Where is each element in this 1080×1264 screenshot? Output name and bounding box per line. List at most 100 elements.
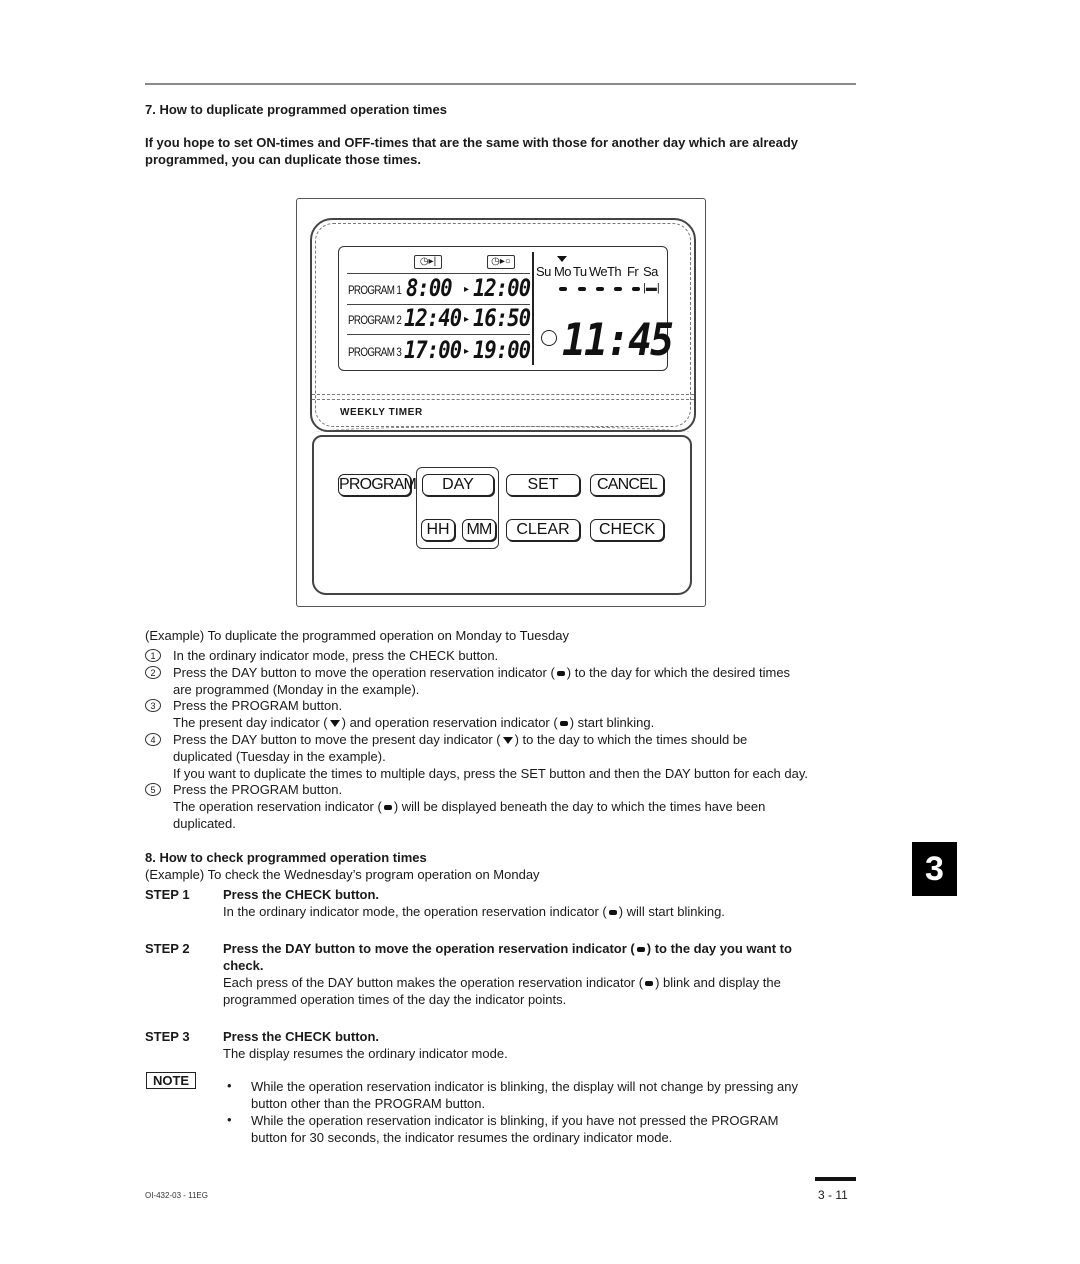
- section-7-intro: If you hope to set ON-times and OFF-time…: [145, 135, 799, 167]
- step-2-line-1: Press the DAY button to move the operati…: [173, 664, 790, 681]
- step-2-title-line-1: Press the DAY button to move the operati…: [223, 940, 792, 957]
- step-1-desc: In the ordinary indicator mode, the oper…: [223, 903, 725, 920]
- day-sa: Sa: [643, 264, 658, 279]
- program-1-off-time: 12:00: [473, 274, 531, 302]
- step-5-line-1: Press the PROGRAM button.: [173, 782, 343, 797]
- arrow-icon: ▸: [464, 314, 470, 325]
- page-number-bar: [815, 1177, 856, 1181]
- text: ) to the day you want to: [646, 941, 792, 956]
- program-1-label: PROGRAM 1: [348, 283, 402, 297]
- program-3-on-time: 17:00: [404, 336, 462, 364]
- step-1-label: STEP 1: [145, 887, 190, 902]
- keypad-panel: [312, 435, 692, 595]
- section-7-heading: 7. How to duplicate programmed operation…: [145, 102, 447, 117]
- step-1-text: In the ordinary indicator mode, press th…: [173, 648, 499, 663]
- dashed-line: [312, 394, 694, 395]
- clock-icon: [541, 330, 557, 346]
- step-5-line-2: The operation reservation indicator () w…: [173, 798, 765, 815]
- text: Each press of the DAY button makes the o…: [223, 975, 644, 990]
- day-button[interactable]: DAY: [422, 474, 494, 496]
- present-day-indicator-icon: [329, 720, 340, 728]
- reservation-indicator-fr: [632, 287, 640, 291]
- reservation-indicator-tu: [578, 287, 586, 291]
- note-2-line-1: While the operation reservation indicato…: [251, 1113, 779, 1128]
- text: ) start blinking.: [569, 715, 655, 730]
- note-2-line-2: button for 30 seconds, the indicator res…: [251, 1130, 673, 1145]
- document-code: OI-432-03 - 11EG: [145, 1191, 208, 1200]
- step-4-line-2: duplicated (Tuesday in the example).: [173, 749, 386, 764]
- program-button[interactable]: PROGRAM: [338, 474, 417, 496]
- step-2-label: STEP 2: [145, 941, 190, 956]
- reservation-indicator-icon: [645, 981, 654, 987]
- step-1-title: Press the CHECK button.: [223, 887, 380, 902]
- program-2-on-time: 12:40: [404, 304, 462, 332]
- step-3-label: STEP 3: [145, 1029, 190, 1044]
- arrow-icon: ▸: [464, 346, 470, 357]
- present-day-indicator-icon: [502, 737, 513, 745]
- note-1-line-2: button other than the PROGRAM button.: [251, 1096, 486, 1111]
- step-2-desc-line-1: Each press of the DAY button makes the o…: [223, 974, 781, 991]
- reservation-indicator-icon: [556, 671, 565, 677]
- program-2-label: PROGRAM 2: [348, 313, 402, 327]
- page-number: 3 - 11: [818, 1188, 848, 1202]
- check-button[interactable]: CHECK: [590, 519, 664, 541]
- step-4-line-3: If you want to duplicate the times to mu…: [173, 766, 808, 781]
- bullet-icon: •: [227, 1078, 232, 1093]
- text: ) will start blinking.: [618, 904, 725, 919]
- step-4-line-1: Press the DAY button to move the present…: [173, 731, 747, 748]
- hh-button[interactable]: HH: [421, 519, 455, 541]
- text: In the ordinary indicator mode, the oper…: [223, 904, 607, 919]
- lcd-row-line: [347, 334, 530, 335]
- program-1-on-time: 8:00: [406, 274, 453, 302]
- step-number-1: 1: [145, 649, 161, 662]
- reservation-indicator-mo: [559, 287, 567, 291]
- arrow-icon: ▸: [464, 284, 470, 295]
- clear-button[interactable]: CLEAR: [506, 519, 580, 541]
- section-8-heading: 8. How to check programmed operation tim…: [145, 850, 427, 865]
- cancel-button[interactable]: CANCEL: [590, 474, 664, 496]
- weekly-timer-label: WEEKLY TIMER: [340, 407, 423, 418]
- step-3-line-2: The present day indicator ( ) and operati…: [173, 714, 654, 731]
- program-3-off-time: 19:00: [473, 336, 531, 364]
- chapter-tab: 3: [912, 842, 957, 896]
- text: ) will be displayed beneath the day to w…: [393, 799, 766, 814]
- reservation-indicator-icon: [636, 947, 645, 953]
- note-1-line-1: While the operation reservation indicato…: [251, 1079, 799, 1094]
- step-number-2: 2: [145, 666, 161, 679]
- note-label: NOTE: [146, 1072, 196, 1089]
- reservation-indicator-we: [596, 287, 604, 291]
- program-3-label: PROGRAM 3: [348, 345, 402, 359]
- day-fr: Fr: [627, 264, 639, 279]
- sa-indicator-icon: |▬|: [643, 282, 660, 294]
- step-3-desc: The display resumes the ordinary indicat…: [223, 1046, 508, 1061]
- text: The present day indicator (: [173, 715, 328, 730]
- top-rule: [145, 83, 856, 85]
- text: ) and operation reservation indicator (: [341, 715, 558, 730]
- reservation-indicator-icon: [559, 721, 568, 727]
- current-time: 11:45: [562, 315, 674, 366]
- set-button[interactable]: SET: [506, 474, 580, 496]
- mm-button[interactable]: MM: [462, 519, 496, 541]
- reservation-indicator-th: [614, 287, 622, 291]
- step-2-line-2: are programmed (Monday in the example).: [173, 682, 420, 697]
- step-3-line-1: Press the PROGRAM button.: [173, 698, 343, 713]
- text: Press the DAY button to move the operati…: [173, 665, 555, 680]
- step-number-3: 3: [145, 699, 161, 712]
- present-day-indicator-icon: [557, 256, 567, 262]
- text: ) to the day for which the desired times: [566, 665, 791, 680]
- program-2-off-time: 16:50: [473, 304, 531, 332]
- clock-on-icon: ◷▸|: [414, 255, 442, 269]
- text: Press the DAY button to move the present…: [173, 732, 501, 747]
- example-7-intro: (Example) To duplicate the programmed op…: [145, 628, 569, 643]
- step-2-desc-line-2: programmed operation times of the day th…: [223, 992, 567, 1007]
- day-mo: Mo: [554, 264, 571, 279]
- dashed-line: [312, 399, 694, 400]
- step-5-line-3: duplicated.: [173, 816, 236, 831]
- step-number-4: 4: [145, 733, 161, 746]
- day-su: Su: [536, 264, 551, 279]
- text: Press the DAY button to move the operati…: [223, 941, 635, 956]
- bullet-icon: •: [227, 1112, 232, 1127]
- day-th: Th: [607, 264, 622, 279]
- clock-off-icon: ◷▸○: [487, 255, 515, 269]
- text: ) blink and display the: [655, 975, 781, 990]
